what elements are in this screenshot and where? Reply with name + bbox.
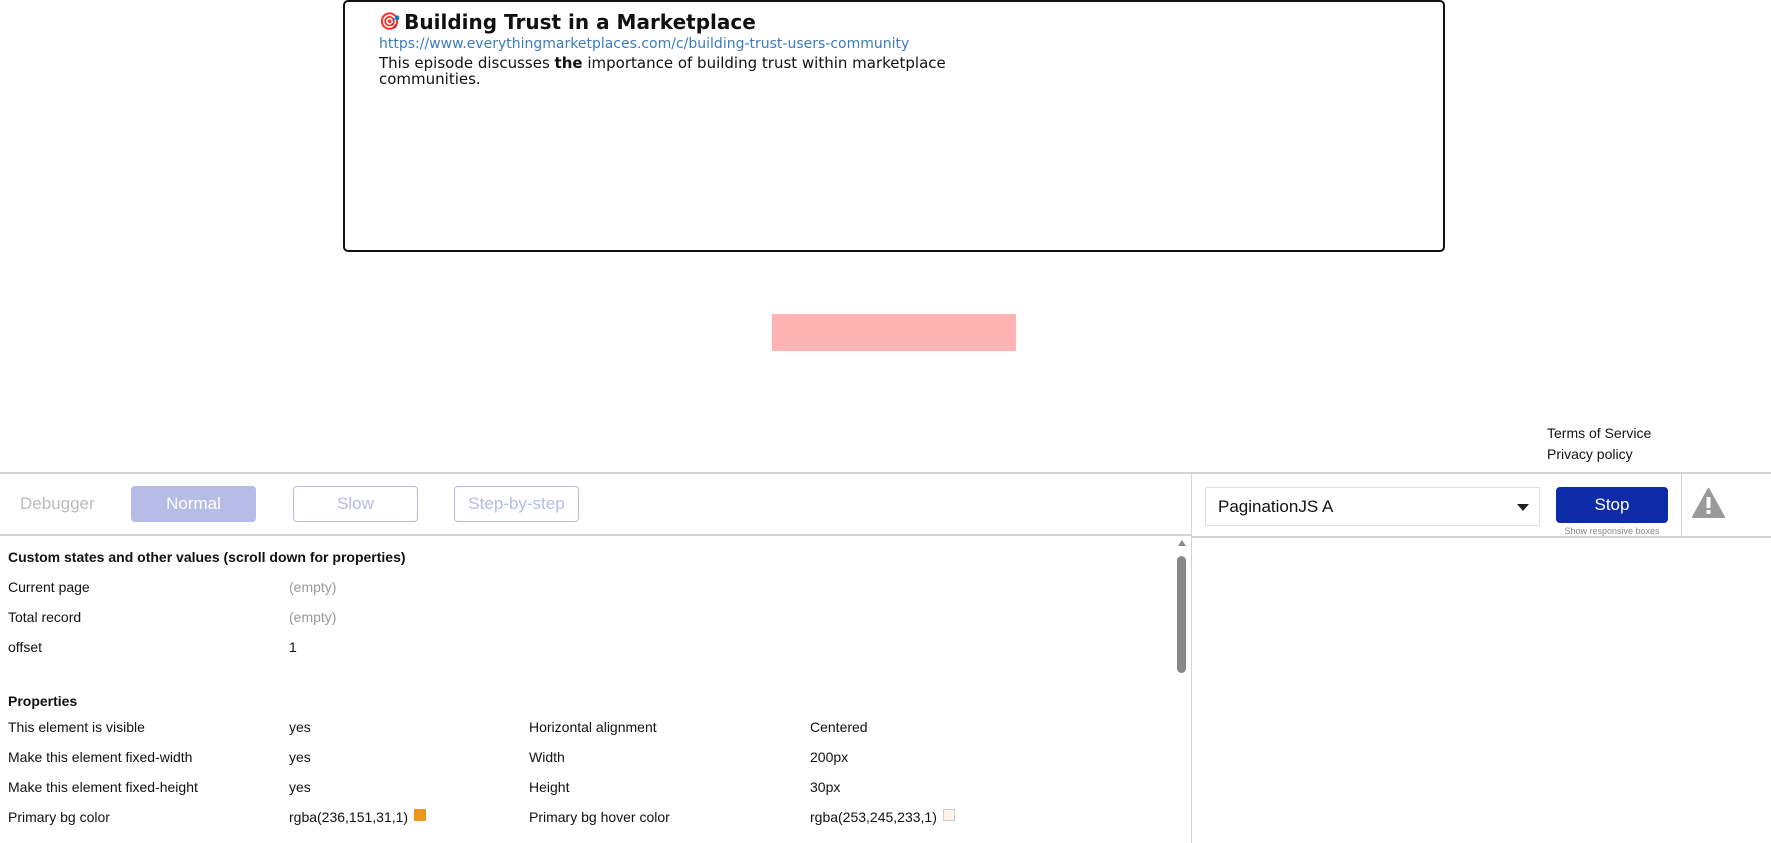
property-value: yes [289,749,311,765]
show-responsive-boxes-link[interactable]: Show responsive boxes [1556,526,1668,536]
card-title-text: Building Trust in a Marketplace [404,10,756,34]
element-select[interactable]: PaginationJS A [1205,487,1540,526]
chevron-down-icon [1517,504,1529,511]
property-label: Make this element fixed-height [8,779,198,795]
debugger-values: Custom states and other values (scroll d… [0,536,1176,843]
stop-button[interactable]: Stop [1556,487,1668,523]
state-value: 1 [289,639,297,655]
property-label: Horizontal alignment [529,719,657,735]
normal-mode-button[interactable]: Normal [131,486,256,522]
color-value: rgba(253,245,233,1) [810,809,937,825]
state-label: offset [8,639,42,655]
step-by-step-button[interactable]: Step-by-step [454,486,579,522]
property-label: This element is visible [8,719,145,735]
debugger-label: Debugger [20,494,95,513]
state-value: (empty) [289,609,337,625]
property-value: yes [289,779,311,795]
element-select-value: PaginationJS A [1218,497,1334,516]
property-value: rgba(236,151,31,1) [289,809,427,825]
properties-heading: Properties [8,693,78,709]
property-label: Make this element fixed-width [8,749,193,765]
right-pane [1192,536,1771,843]
property-value: 200px [810,749,849,765]
privacy-link[interactable]: Privacy policy [1547,446,1633,462]
property-value: rgba(253,245,233,1) [810,809,955,825]
state-label: Current page [8,579,90,595]
state-value: (empty) [289,579,337,595]
desc-bold: the [554,54,583,72]
slow-mode-button[interactable]: Slow [293,486,418,522]
property-value: 30px [810,779,841,795]
color-swatch[interactable] [942,809,955,821]
card-title: 🎯 Building Trust in a Marketplace [379,10,756,34]
property-value: Centered [810,719,868,735]
color-swatch[interactable] [414,809,427,821]
states-heading: Custom states and other values (scroll d… [8,549,406,565]
property-label: Primary bg hover color [529,809,670,825]
property-value: yes [289,719,311,735]
terms-link[interactable]: Terms of Service [1547,425,1651,441]
warning-icon[interactable] [1692,488,1725,523]
property-label: Height [529,779,570,795]
target-icon: 🎯 [379,12,401,32]
color-value: rgba(236,151,31,1) [289,809,409,825]
debugger-toolbar: Debugger Normal Slow Step-by-step [0,474,1191,536]
episode-card: 🎯 Building Trust in a Marketplace https:/… [343,0,1445,252]
scroll-up-icon[interactable] [1178,540,1186,546]
card-url-link[interactable]: https://www.everythingmarketplaces.com/c… [379,36,909,52]
property-label: Primary bg color [8,809,110,825]
debugger-panel: Debugger Normal Slow Step-by-step Pagina… [0,472,1771,843]
state-label: Total record [8,609,82,625]
divider [1681,474,1682,536]
property-label: Width [529,749,565,765]
scrollbar[interactable] [1176,536,1187,843]
card-description: This episode discusses the importance of… [379,55,999,87]
scrollbar-thumb[interactable] [1177,556,1186,673]
pagination-element[interactable] [772,314,1016,351]
